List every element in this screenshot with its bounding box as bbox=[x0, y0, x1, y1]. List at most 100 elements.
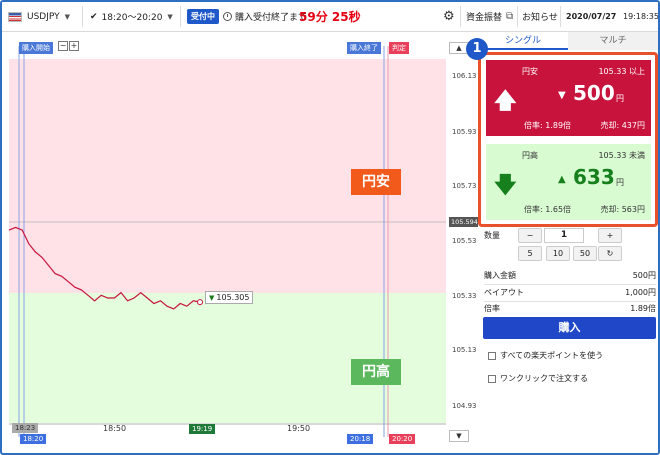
option-rate: 倍率: 1.65倍 bbox=[524, 205, 572, 214]
current-price-label: 105.594 bbox=[449, 217, 480, 227]
purchase-end-marker: 購入終了 bbox=[347, 42, 381, 54]
chart-canvas[interactable] bbox=[2, 32, 477, 455]
x-badge-gray: 18:23 bbox=[12, 423, 39, 433]
row-label: 購入金額 bbox=[484, 271, 516, 280]
x-badge-judge: 20:20 bbox=[389, 434, 416, 444]
yen-strong-option[interactable]: 🡇 円高 105.33 未満 ▲ 633 円 倍率: 1.65倍 売却: 563… bbox=[486, 144, 651, 220]
triangle-up-icon: ▲ bbox=[558, 174, 566, 185]
tab-single[interactable]: シングル bbox=[478, 32, 568, 50]
divider bbox=[517, 6, 518, 27]
quantity-minus-button[interactable]: − bbox=[518, 228, 542, 243]
divider bbox=[82, 6, 83, 27]
pair-selector[interactable]: USDJPY ▼ bbox=[8, 2, 70, 31]
session-selector[interactable]: ✔ 18:20〜20:20 ▼ bbox=[90, 2, 173, 31]
app-frame: USDJPY ▼ ✔ 18:20〜20:20 ▼ 受付中 購入受付終了まで 59… bbox=[0, 0, 660, 455]
time-display: 19:18:35 bbox=[623, 12, 659, 21]
arrow-down-icon: 🡇 bbox=[494, 173, 517, 198]
x-badge-end: 20:18 bbox=[347, 434, 374, 444]
y-tick-label: 105.13 bbox=[452, 346, 477, 354]
top-bar: USDJPY ▼ ✔ 18:20〜20:20 ▼ 受付中 購入受付終了まで 59… bbox=[2, 2, 658, 32]
divider bbox=[460, 6, 461, 27]
option-price: 633 bbox=[573, 165, 615, 189]
lower-zone-label: 円高 bbox=[351, 359, 401, 385]
checkbox-label: すべての楽天ポイントを使う bbox=[500, 351, 604, 360]
checkbox-box[interactable] bbox=[488, 351, 496, 360]
y-tick-label: 104.93 bbox=[452, 402, 477, 410]
buy-button[interactable]: 購入 bbox=[483, 317, 656, 339]
pair-label: USDJPY bbox=[27, 11, 60, 22]
judgement-marker: 判定 bbox=[389, 42, 409, 54]
last-price-dot bbox=[197, 299, 203, 306]
lower-zone bbox=[9, 293, 446, 423]
order-panel: シングル マルチ 1 🡅 円安 105.33 以上 ▼ 500 円 倍率: 1.… bbox=[466, 32, 658, 453]
gear-icon[interactable]: ⚙ bbox=[443, 9, 455, 24]
preset-50-button[interactable]: 50 bbox=[573, 246, 597, 261]
zoom-out-button[interactable]: − bbox=[58, 41, 68, 51]
countdown-label: 購入受付終了まで bbox=[235, 13, 308, 23]
quantity-label: 数量 bbox=[484, 231, 500, 240]
option-sell-price: 売却: 437円 bbox=[600, 121, 645, 130]
zoom-in-button[interactable]: + bbox=[69, 41, 79, 51]
price-chart: 購入開始 − + 購入終了 判定 ▲ ▼ 106.13 105.93 105.7… bbox=[2, 32, 480, 455]
quantity-plus-button[interactable]: + bbox=[598, 228, 622, 243]
quantity-input[interactable]: 1 bbox=[544, 228, 584, 243]
countdown-timer: 59分 25秒 bbox=[299, 10, 361, 24]
x-tick-label: 19:50 bbox=[287, 424, 311, 433]
funds-transfer-link[interactable]: 資金振替 ⧉ bbox=[466, 2, 513, 31]
option-label: 円安 bbox=[522, 67, 538, 76]
clock-icon bbox=[223, 12, 232, 21]
chevron-down-icon: ▼ bbox=[167, 12, 173, 21]
x-badge-now: 19:19 bbox=[189, 424, 216, 434]
notice-label: お知らせ bbox=[522, 13, 558, 23]
y-tick-label: 106.13 bbox=[452, 72, 477, 80]
row-label: ペイアウト bbox=[484, 288, 524, 297]
row-value: 1.89倍 bbox=[630, 304, 656, 313]
row-label: 倍率 bbox=[484, 304, 500, 313]
option-rate: 倍率: 1.89倍 bbox=[524, 121, 572, 130]
one-click-checkbox[interactable]: ワンクリックで注文する bbox=[488, 373, 588, 384]
y-tick-label: 105.73 bbox=[452, 182, 477, 190]
option-label: 円高 bbox=[522, 151, 538, 160]
preset-5-button[interactable]: 5 bbox=[518, 246, 542, 261]
chevron-down-icon: ▼ bbox=[64, 12, 71, 21]
row-value: 500円 bbox=[632, 271, 656, 280]
funds-transfer-label: 資金振替 bbox=[466, 13, 503, 23]
y-tick-label: 105.53 bbox=[452, 237, 477, 245]
tab-multi[interactable]: マルチ bbox=[568, 32, 658, 50]
y-tick-label: 105.33 bbox=[452, 292, 477, 300]
highlight-box: 1 🡅 円安 105.33 以上 ▼ 500 円 倍率: 1.89倍 売却: 4… bbox=[466, 38, 658, 227]
date-display: 2020/07/27 bbox=[566, 12, 617, 21]
strike-price-tag: ▼ 105.305 bbox=[205, 291, 254, 304]
step-number-badge: 1 bbox=[466, 38, 488, 60]
arrow-up-icon: 🡅 bbox=[494, 89, 517, 114]
purchase-amount-row: 購入金額 500円 bbox=[484, 270, 656, 285]
option-condition: 105.33 未満 bbox=[598, 151, 645, 160]
use-points-checkbox[interactable]: すべての楽天ポイントを使う bbox=[488, 350, 603, 361]
refresh-icon[interactable]: ↻ bbox=[598, 246, 622, 261]
purchase-start-marker: 購入開始 bbox=[19, 42, 53, 54]
triangle-down-icon: ▼ bbox=[558, 90, 566, 101]
option-sell-price: 売却: 563円 bbox=[600, 205, 645, 214]
option-unit: 円 bbox=[616, 178, 624, 187]
checkbox-label: ワンクリックで注文する bbox=[500, 374, 588, 383]
upper-zone-label: 円安 bbox=[351, 169, 401, 195]
option-price: 500 bbox=[573, 81, 615, 105]
external-link-icon: ⧉ bbox=[506, 11, 514, 22]
y-tick-label: 105.93 bbox=[452, 128, 477, 136]
preset-10-button[interactable]: 10 bbox=[546, 246, 570, 261]
option-unit: 円 bbox=[616, 94, 624, 103]
scroll-down-button[interactable]: ▼ bbox=[449, 430, 469, 442]
notice-link[interactable]: お知らせ bbox=[522, 2, 558, 31]
check-icon: ✔ bbox=[90, 11, 98, 22]
strike-price-value: 105.305 bbox=[216, 293, 250, 302]
divider bbox=[560, 6, 561, 27]
session-label: 18:20〜20:20 bbox=[101, 13, 163, 23]
tab-bar: シングル マルチ bbox=[478, 32, 658, 50]
status-badge: 受付中 bbox=[187, 9, 219, 24]
yen-weak-option[interactable]: 🡅 円安 105.33 以上 ▼ 500 円 倍率: 1.89倍 売却: 437… bbox=[486, 60, 651, 136]
checkbox-box[interactable] bbox=[488, 374, 496, 383]
option-condition: 105.33 以上 bbox=[598, 67, 645, 76]
x-badge-start: 18:20 bbox=[20, 434, 47, 444]
us-flag-icon bbox=[8, 11, 22, 22]
divider bbox=[180, 6, 181, 27]
